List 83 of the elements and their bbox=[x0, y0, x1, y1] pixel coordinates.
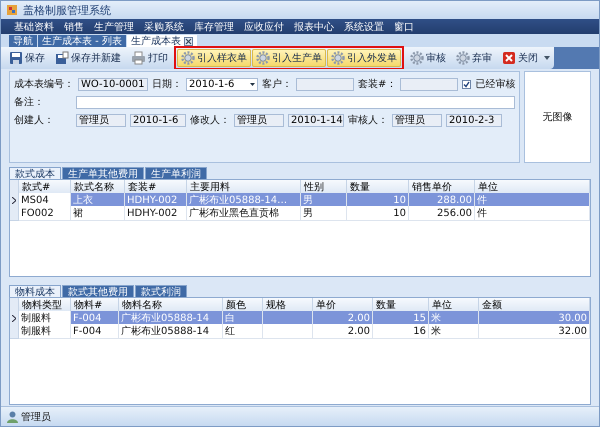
text-field[interactable]: 管理员 bbox=[392, 114, 442, 126]
menu-item[interactable]: 销售 bbox=[59, 20, 89, 34]
text-field[interactable]: 管理员 bbox=[234, 114, 284, 126]
toolbar-button[interactable]: 引入生产单 bbox=[252, 49, 326, 67]
menu-item[interactable]: 生产管理 bbox=[89, 20, 139, 34]
table-cell: 16 bbox=[373, 324, 429, 339]
table-cell: 32.00 bbox=[479, 324, 590, 339]
gear-icon bbox=[410, 51, 424, 65]
user-icon bbox=[7, 410, 18, 422]
table-cell: HDHY-002 bbox=[125, 206, 187, 221]
text-field[interactable]: WO-10-0001 bbox=[78, 78, 148, 90]
date-field[interactable]: 2010-2-3 bbox=[446, 114, 502, 126]
checkbox-label: 已经审核 bbox=[475, 78, 516, 91]
toolbar-button[interactable]: 审核 bbox=[406, 49, 450, 67]
tab[interactable]: 生产单其他费用 bbox=[62, 167, 144, 179]
dropdown-icon[interactable] bbox=[544, 56, 550, 60]
table-cell: 制服料 bbox=[19, 324, 71, 339]
table-cell: 米 bbox=[429, 324, 479, 339]
menu-item[interactable]: 报表中心 bbox=[289, 20, 339, 34]
tab[interactable]: 款式利润 bbox=[135, 285, 187, 297]
menu-item[interactable]: 窗口 bbox=[389, 20, 419, 34]
field-label: 审核人： bbox=[348, 114, 388, 127]
row-pointer-icon bbox=[12, 196, 16, 204]
close-icon[interactable] bbox=[184, 36, 193, 46]
current-user: 管理员 bbox=[21, 410, 51, 424]
date-field[interactable]: 2010-1-6 bbox=[186, 78, 258, 90]
table-cell: 256.00 bbox=[409, 206, 475, 221]
save-icon bbox=[9, 51, 23, 65]
field-label: 成本表编号： bbox=[14, 78, 74, 91]
tab[interactable]: 生产单利润 bbox=[145, 167, 207, 179]
menu-item[interactable]: 应收应付 bbox=[239, 20, 289, 34]
save-new-icon bbox=[55, 51, 69, 65]
row-pointer-icon bbox=[12, 314, 16, 322]
table-cell: 10 bbox=[347, 206, 409, 221]
text-field[interactable] bbox=[296, 78, 354, 90]
remarks-field[interactable] bbox=[76, 96, 516, 108]
menu-item[interactable]: 系统设置 bbox=[339, 20, 389, 34]
toolbar-button[interactable]: 弃审 bbox=[452, 49, 496, 67]
document-tab[interactable]: 导航 bbox=[9, 35, 37, 47]
text-field[interactable]: 管理员 bbox=[76, 114, 126, 126]
field-label: 备注： bbox=[14, 96, 45, 109]
tab[interactable]: 款式成本 bbox=[9, 167, 61, 179]
toolbar-button[interactable]: 引入样衣单 bbox=[177, 49, 251, 67]
printer-icon bbox=[131, 51, 146, 65]
toolbar-button[interactable]: 引入外发单 bbox=[327, 49, 401, 67]
gear-icon bbox=[181, 51, 195, 65]
date-field[interactable]: 2010-1-6 bbox=[130, 114, 186, 126]
tab[interactable]: 款式其他费用 bbox=[62, 285, 134, 297]
toolbar-button[interactable]: 关闭 bbox=[498, 49, 542, 67]
gear-icon bbox=[331, 51, 345, 65]
table-cell: FO002 bbox=[19, 206, 71, 221]
table-cell: 男 bbox=[301, 206, 347, 221]
document-tab[interactable]: 生产成本表 bbox=[126, 35, 197, 47]
toolbar-button[interactable]: 打印 bbox=[127, 49, 172, 67]
field-label: 套装#： bbox=[358, 78, 396, 91]
checkbox[interactable] bbox=[462, 80, 472, 88]
dropdown-icon bbox=[250, 82, 255, 86]
table-cell: 件 bbox=[475, 206, 590, 221]
app-icon bbox=[6, 4, 18, 16]
gear-icon bbox=[456, 51, 470, 65]
field-label: 修改人： bbox=[190, 114, 230, 127]
window-title: 盖格制服管理系统 bbox=[23, 2, 111, 18]
table-cell: 裙 bbox=[71, 206, 125, 221]
toolbar-button[interactable]: 保存 bbox=[5, 49, 49, 67]
menu-item[interactable]: 基础资料 bbox=[9, 20, 59, 34]
field-label: 日期： bbox=[152, 78, 182, 91]
field-label: 创建人： bbox=[14, 114, 55, 127]
tab[interactable]: 物料成本 bbox=[9, 285, 61, 297]
field-label: 客户： bbox=[262, 78, 292, 91]
table-cell: 广彬布业05888-14 bbox=[119, 324, 223, 339]
table-cell: 广彬布业黑色直贡棉 bbox=[187, 206, 301, 221]
table-cell: 红 bbox=[223, 324, 263, 339]
text-field[interactable] bbox=[400, 78, 458, 90]
table-cell: F-004 bbox=[71, 324, 119, 339]
menu-item[interactable]: 采购系统 bbox=[139, 20, 189, 34]
no-image-text: 无图像 bbox=[542, 111, 573, 124]
table-cell: 2.00 bbox=[313, 324, 373, 339]
menu-item[interactable]: 库存管理 bbox=[189, 20, 239, 34]
date-field[interactable]: 2010-1-14 bbox=[288, 114, 344, 126]
gear-icon bbox=[256, 51, 270, 65]
close-icon bbox=[502, 51, 516, 65]
toolbar-button[interactable]: 保存并新建 bbox=[51, 49, 125, 67]
document-tab[interactable]: 生产成本表 - 列表 bbox=[38, 35, 126, 47]
